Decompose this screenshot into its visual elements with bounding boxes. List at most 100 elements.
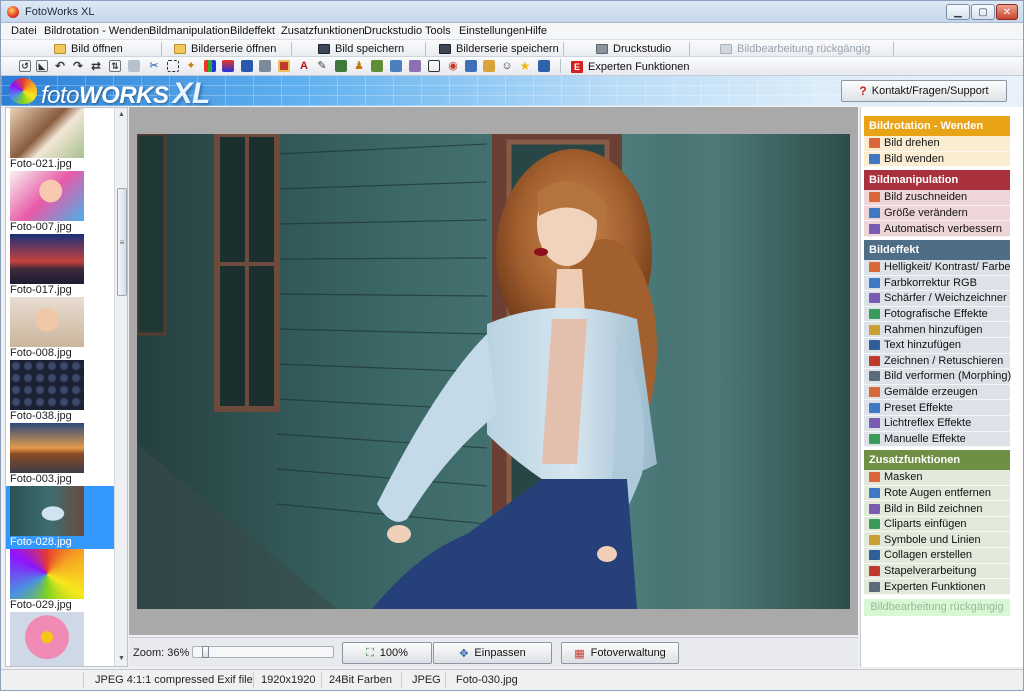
contact-support-button[interactable]: ? Kontakt/Fragen/Support [841, 80, 1007, 102]
sidebar-item[interactable]: Manuelle Effekte [864, 431, 1010, 448]
preset-icon[interactable] [371, 60, 383, 72]
sidebar-item[interactable]: Bild wenden [864, 151, 1010, 168]
print-studio-button[interactable]: Druckstudio [596, 41, 671, 57]
thumbnail-item-selected[interactable]: Foto-028.jpg [6, 486, 114, 549]
rgb-icon[interactable] [222, 60, 234, 72]
sidebar-item[interactable]: Bild drehen [864, 136, 1010, 152]
sidebar-item[interactable]: Rote Augen entfernen [864, 485, 1010, 502]
image-viewer[interactable] [129, 107, 858, 635]
mirror-icon[interactable]: ⇄ [90, 60, 102, 72]
clipart-icon[interactable] [483, 60, 495, 72]
minimize-button[interactable]: ▁ [946, 4, 970, 20]
scroll-down-icon[interactable]: ▼ [118, 655, 125, 662]
morph-icon[interactable] [335, 60, 347, 72]
thumbnail-item[interactable]: Foto-008.jpg [6, 297, 114, 360]
batch-icon[interactable] [538, 60, 550, 72]
menu-bildeffekt[interactable]: Bildeffekt [230, 25, 275, 37]
mask-icon[interactable] [428, 60, 440, 72]
flip-icon[interactable]: ◣ [36, 60, 48, 72]
expert-functions-button[interactable]: E Experten Funktionen [571, 59, 690, 74]
section-rotation-title: Bildrotation - Wenden [864, 116, 1010, 136]
sidebar-item[interactable]: Bild in Bild zeichnen [864, 501, 1010, 517]
thumbnail-item[interactable]: Foto-038.jpg [6, 360, 114, 423]
sidebar-item[interactable]: Stapelverarbeitung [864, 563, 1010, 580]
rotate-cw-icon[interactable]: ↷ [72, 60, 84, 72]
open-series-button[interactable]: Bilderserie öffnen [174, 41, 276, 57]
zoom-slider-knob[interactable] [202, 646, 209, 658]
menu-bildrotation[interactable]: Bildrotation - Wenden [44, 25, 150, 37]
close-button[interactable]: ✕ [996, 4, 1018, 20]
sidebar-item[interactable]: Lichtreflex Effekte [864, 415, 1010, 432]
photo-effects-icon[interactable] [259, 60, 271, 72]
crop-icon[interactable]: ✂ [148, 60, 160, 72]
sidebar-item[interactable]: Collagen erstellen [864, 548, 1010, 564]
sidebar-item[interactable]: Fotografische Effekte [864, 306, 1010, 323]
sidebar-item[interactable]: Gemälde erzeugen [864, 384, 1010, 401]
sidebar-undo-button[interactable]: Bildbearbeitung rückgängig [864, 598, 1010, 616]
sidebar-item[interactable]: Bild verformen (Morphing) [864, 369, 1011, 385]
symbols-icon[interactable]: ☺ [501, 60, 513, 72]
photo-manager-button[interactable]: ▦ Fotoverwaltung [561, 642, 679, 664]
menu-druckstudio[interactable]: Druckstudio [364, 25, 422, 37]
sidebar-item[interactable]: Helligkeit/ Kontrast/ Farbe [864, 259, 1011, 276]
sidebar-item[interactable]: Farbkorrektur RGB [864, 275, 1010, 292]
scrollbar-thumb[interactable]: ≡ [117, 188, 127, 296]
menu-datei[interactable]: Datei [11, 25, 37, 37]
thumbnail-item[interactable]: Foto-029.jpg [6, 549, 114, 612]
red-eye-icon[interactable]: ◉ [447, 60, 459, 72]
menu-zusatzfunktionen[interactable]: Zusatzfunktionen [281, 25, 365, 37]
menu-bildmanipulation[interactable]: Bildmanipulation [149, 25, 230, 37]
scroll-up-icon[interactable]: ▲ [118, 111, 125, 118]
zoom-100-button[interactable]: ⛶ 100% [342, 642, 432, 664]
sidebar-item[interactable]: Text hinzufügen [864, 337, 1010, 354]
resize-icon[interactable] [167, 60, 179, 72]
thumbnail-list[interactable]: Foto-021.jpg Foto-007.jpg Foto-017.jpg F… [5, 107, 128, 667]
sidebar-item[interactable]: Experten Funktionen [864, 579, 1010, 595]
sidebar-item-icon [869, 418, 880, 429]
menu-einstellungen[interactable]: Einstellungen [459, 25, 525, 37]
title-bar[interactable]: FotoWorks XL ▁ ▢ ✕ [1, 1, 1023, 23]
picture-in-picture-icon[interactable] [465, 60, 477, 72]
manual-effects-icon[interactable] [409, 60, 421, 72]
collage-icon[interactable]: ★ [519, 60, 531, 72]
auto-enhance-icon[interactable]: ✦ [185, 60, 197, 72]
save-series-button[interactable]: Bilderserie speichern [439, 41, 559, 57]
sidebar-item[interactable]: Zeichnen / Retuschieren [864, 353, 1010, 370]
thumbnail-scrollbar[interactable]: ▲ ≡ ▼ [114, 108, 127, 666]
rotate-left-icon[interactable]: ↺ [19, 60, 31, 72]
sidebar-item[interactable]: Größe verändern [864, 205, 1010, 222]
sidebar-item[interactable]: Schärfer / Weichzeichner [864, 291, 1010, 307]
sidebar-item[interactable]: Automatisch verbessern [864, 221, 1010, 237]
menu-hilfe[interactable]: Hilfe [525, 25, 547, 37]
open-image-button[interactable]: Bild öffnen [54, 41, 123, 57]
thumbnail-item[interactable]: Foto-021.jpg [6, 108, 114, 171]
menu-tools[interactable]: Tools [425, 25, 451, 37]
print-preview-icon[interactable] [128, 60, 140, 72]
save-image-button[interactable]: Bild speichern [318, 41, 404, 57]
sidebar-item[interactable]: Rahmen hinzufügen [864, 322, 1010, 338]
painting-icon[interactable]: ♟ [353, 60, 365, 72]
sidebar-item[interactable]: Cliparts einfügen [864, 516, 1010, 533]
thumbnail-item[interactable] [6, 612, 114, 666]
thumbnail-item[interactable]: Foto-017.jpg [6, 234, 114, 297]
frame-icon[interactable] [278, 60, 290, 72]
lightflare-icon[interactable] [390, 60, 402, 72]
undo-button[interactable]: Bildbearbeitung rückgängig [720, 41, 870, 57]
flip-vertical-icon[interactable]: ⇅ [109, 60, 121, 72]
fit-button[interactable]: ✥ Einpassen [433, 642, 552, 664]
sidebar-item[interactable]: Symbole und Linien [864, 532, 1010, 549]
sidebar-item-label: Zeichnen / Retuschieren [884, 354, 1004, 367]
sidebar-item[interactable]: Bild zuschneiden [864, 190, 1010, 206]
rotate-ccw-icon[interactable]: ↶ [54, 60, 66, 72]
sidebar-item[interactable]: Preset Effekte [864, 400, 1010, 416]
zoom-slider[interactable] [192, 646, 334, 658]
thumbnail-item[interactable]: Foto-007.jpg [6, 171, 114, 234]
thumbnail-item[interactable]: Foto-003.jpg [6, 423, 114, 486]
sharpen-icon[interactable] [241, 60, 253, 72]
draw-icon[interactable]: ✎ [316, 60, 328, 72]
text-icon[interactable]: A [298, 60, 310, 72]
sidebar-item[interactable]: Masken [864, 470, 1010, 486]
brightness-icon[interactable] [204, 60, 216, 72]
status-type: JPEG [412, 674, 441, 686]
maximize-button[interactable]: ▢ [971, 4, 995, 20]
